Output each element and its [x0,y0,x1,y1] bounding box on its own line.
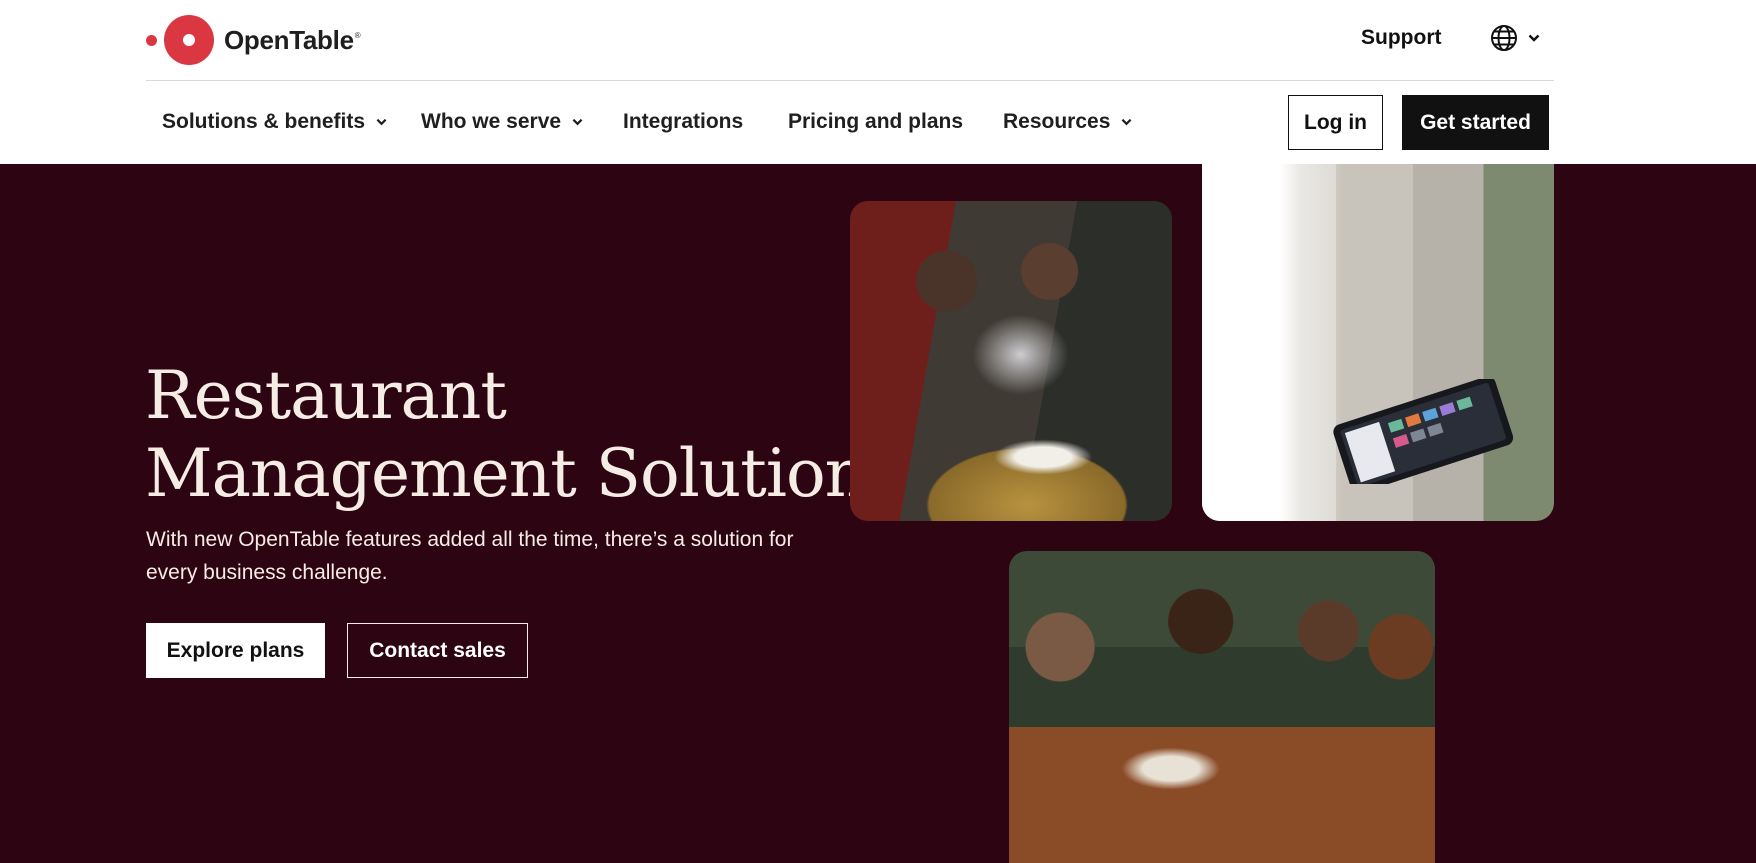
nav-label: Who we serve [421,110,562,133]
nav-integrations[interactable]: Integrations [623,110,743,134]
hero-title-line-1: Restaurant [145,357,507,434]
tablet-illustration [1333,379,1514,484]
nav-resources[interactable]: Resources [1003,110,1132,134]
chevron-down-icon [1121,118,1132,126]
language-selector[interactable] [1490,24,1540,52]
nav-pricing-plans[interactable]: Pricing and plans [788,110,963,134]
contact-sales-button[interactable]: Contact sales [347,623,528,678]
logo-dot-icon [146,34,157,46]
get-started-button[interactable]: Get started [1402,95,1549,150]
nav-label: Solutions & benefits [162,110,366,133]
registered-mark: ® [354,30,361,40]
hero-title: Restaurant Management Solutions [145,357,900,513]
nav-label: Resources [1003,110,1111,133]
nav-label: Pricing and plans [788,110,964,133]
nav-who-we-serve[interactable]: Who we serve [421,110,583,134]
chevron-down-icon [1528,34,1540,42]
hero-subtitle: With new OpenTable features added all th… [146,528,794,584]
hero-section: Restaurant Management Solutions With new… [0,164,1756,863]
main-navigation: Solutions & benefits Who we serve Integr… [146,82,1554,164]
hero-title-line-2: Management Solutions [145,435,900,512]
logo-ring-icon [164,15,214,65]
support-link[interactable]: Support [1361,26,1441,50]
chevron-down-icon [572,118,583,126]
logo-wordmark: OpenTable ® [224,24,361,56]
nav-solutions-benefits[interactable]: Solutions & benefits [162,110,387,134]
globe-icon [1491,25,1517,51]
explore-plans-button[interactable]: Explore plans [146,623,325,678]
brand-name: OpenTable [224,24,354,55]
group-dining-photo [1009,551,1435,863]
opentable-logo[interactable]: OpenTable ® [146,14,361,66]
server-tablet-photo [1202,164,1554,521]
nav-label: Integrations [623,110,744,133]
diners-smoke-dish-photo [850,201,1172,521]
login-button[interactable]: Log in [1288,95,1383,150]
chevron-down-icon [376,118,387,126]
utility-bar: OpenTable ® Support [146,0,1554,81]
